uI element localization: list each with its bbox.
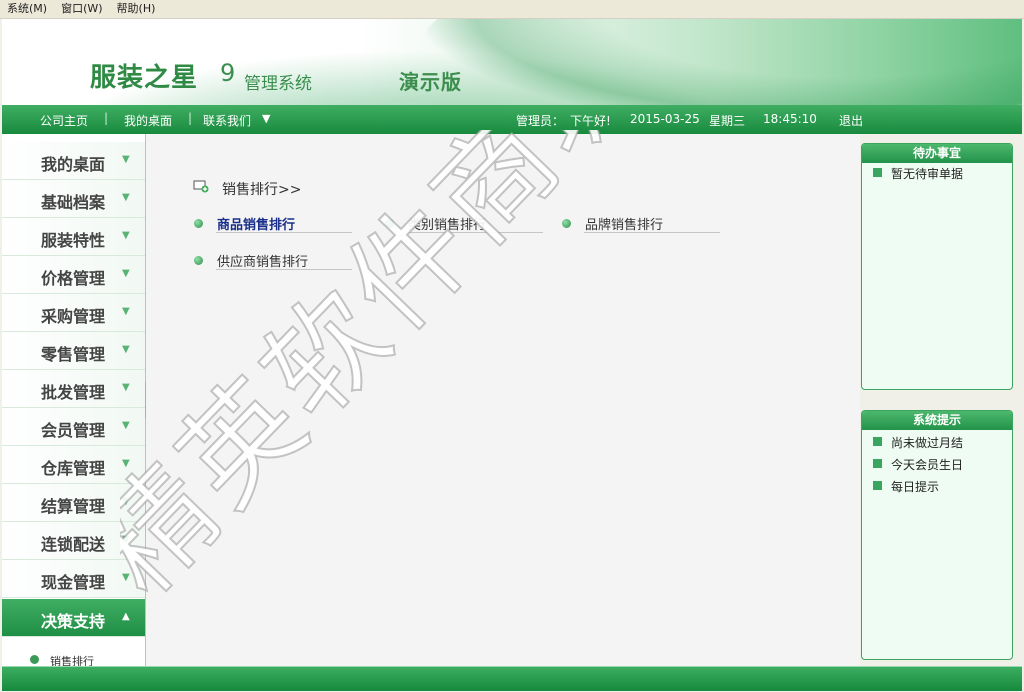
sidebar-item-label: 服装特性 (41, 231, 106, 250)
top-nav-bar: 公司主页 | 我的桌面 | 联系我们 ▼ 管理员： 下午好! 2015-03-2… (2, 105, 1022, 134)
chevron-down-icon: ▼ (122, 572, 130, 583)
greeting-text: 下午好! (570, 114, 611, 128)
sidebar-item-my-desktop[interactable]: 我的桌面 ▼ (2, 142, 145, 180)
sidebar-item-label: 我的桌面 (41, 155, 106, 174)
chevron-down-icon: ▼ (122, 420, 130, 431)
chevron-down-icon: ▼ (122, 382, 130, 393)
chevron-down-icon: ▼ (122, 192, 130, 203)
sidebar-item-settlement-management[interactable]: 结算管理 ▼ (2, 484, 145, 522)
section-title: 销售排行>> (222, 182, 302, 198)
app-title: 服装之星 (90, 63, 199, 93)
tip-item[interactable]: 今天会员生日 (862, 452, 1012, 474)
chevron-down-icon: ▼ (122, 344, 130, 355)
sidebar-item-cash-management[interactable]: 现金管理 ▼ (2, 560, 145, 598)
bullet-square-icon (873, 168, 882, 177)
bullet-square-icon (873, 459, 882, 468)
menu-system[interactable]: 系统(M) (0, 0, 54, 18)
sidebar-item-label: 决策支持 (41, 612, 106, 631)
rank-label: 商品销售排行 (217, 218, 296, 233)
rank-label: 品牌销售排行 (585, 218, 664, 233)
todo-panel-title: 待办事宜 (862, 144, 1012, 163)
bullet-icon (194, 256, 203, 265)
sidebar-item-label: 仓库管理 (41, 459, 106, 478)
sidebar-item-purchase-management[interactable]: 采购管理 ▼ (2, 294, 145, 332)
tips-panel-title: 系统提示 (862, 411, 1012, 430)
nav-company-home[interactable]: 公司主页 (40, 112, 88, 129)
app-subtitle: 管理系统 (244, 74, 312, 94)
sidebar-item-label: 价格管理 (41, 269, 106, 288)
menu-help[interactable]: 帮助(H) (110, 0, 163, 18)
sidebar-item-label: 连锁配送 (41, 535, 106, 554)
bullet-square-icon (873, 437, 882, 446)
tip-item[interactable]: 每日提示 (862, 474, 1012, 496)
tip-item-label: 尚未做过月结 (891, 436, 964, 450)
tip-item[interactable]: 尚未做过月结 (862, 430, 1012, 452)
rank-label: 类别销售排行 (408, 218, 487, 233)
chevron-up-icon: ▲ (122, 611, 130, 622)
sidebar-item-retail-management[interactable]: 零售管理 ▼ (2, 332, 145, 370)
sidebar-item-label: 现金管理 (41, 573, 106, 592)
sidebar-item-label: 结算管理 (41, 497, 106, 516)
nav-separator: | (188, 111, 193, 125)
nav-contact-us[interactable]: 联系我们 (203, 112, 251, 129)
sidebar-item-chain-distribution[interactable]: 连锁配送 ▼ (2, 522, 145, 560)
chevron-down-icon: ▼ (122, 458, 130, 469)
bullet-square-icon (873, 481, 882, 490)
sidebar-item-member-management[interactable]: 会员管理 ▼ (2, 408, 145, 446)
chevron-down-icon: ▼ (122, 268, 130, 279)
divider (407, 232, 543, 233)
tip-item-label: 每日提示 (891, 480, 940, 494)
sidebar-item-label: 基础档案 (41, 193, 106, 212)
admin-label: 管理员： (516, 114, 565, 128)
chevron-down-icon: ▼ (122, 534, 130, 545)
current-time: 18:45:10 (763, 112, 817, 126)
sidebar-item-label: 会员管理 (41, 421, 106, 440)
menu-bar: 系统(M) 窗口(W) 帮助(H) (0, 0, 1024, 19)
rank-label: 供应商销售排行 (217, 255, 309, 270)
menu-window[interactable]: 窗口(W) (54, 0, 109, 18)
bullet-icon (194, 219, 203, 228)
banner-decoration-swoosh (422, 19, 1022, 105)
chevron-down-icon[interactable]: ▼ (262, 112, 270, 125)
chevron-down-icon: ▼ (122, 230, 130, 241)
divider (216, 232, 352, 233)
sidebar-item-label: 零售管理 (41, 345, 106, 364)
main-content: 销售排行>> 商品销售排行 类别销售排行 品牌销售排行 供应商销售排行 (146, 134, 860, 666)
sidebar-item-basic-files[interactable]: 基础档案 ▼ (2, 180, 145, 218)
current-date: 2015-03-25 (630, 112, 700, 126)
sidebar-item-price-management[interactable]: 价格管理 ▼ (2, 256, 145, 294)
app-version: 9 (220, 59, 236, 87)
sidebar-item-label: 批发管理 (41, 383, 106, 402)
sidebar-item-decision-support[interactable]: 决策支持 ▲ (2, 599, 145, 637)
sidebar-item-wholesale-management[interactable]: 批发管理 ▼ (2, 370, 145, 408)
current-weekday: 星期三 (709, 114, 746, 128)
chevron-down-icon: ▼ (122, 496, 130, 507)
todo-item-label: 暂无待审单据 (891, 167, 964, 181)
system-tips-panel: 系统提示 尚未做过月结 今天会员生日 每日提示 (861, 410, 1013, 660)
nav-my-desktop[interactable]: 我的桌面 (124, 112, 172, 129)
edition-label: 演示版 (399, 70, 462, 94)
bullet-icon (385, 219, 394, 228)
bullet-icon (562, 219, 571, 228)
chevron-down-icon: ▼ (122, 154, 130, 165)
todo-panel: 待办事宜 暂无待审单据 (861, 143, 1013, 390)
folder-add-icon (193, 180, 209, 193)
divider (216, 269, 352, 270)
divider (584, 232, 720, 233)
todo-item[interactable]: 暂无待审单据 (862, 163, 1012, 185)
nav-separator: | (104, 111, 109, 125)
sidebar-item-warehouse-management[interactable]: 仓库管理 ▼ (2, 446, 145, 484)
chevron-down-icon: ▼ (122, 306, 130, 317)
header-banner: 服装之星 9 管理系统 演示版 (2, 19, 1022, 105)
sidebar: 我的桌面 ▼ 基础档案 ▼ 服装特性 ▼ 价格管理 ▼ 采购管理 ▼ 零售管理 … (2, 134, 146, 668)
sidebar-item-clothing-attributes[interactable]: 服装特性 ▼ (2, 218, 145, 256)
tip-item-label: 今天会员生日 (891, 458, 964, 472)
bottom-status-bar (2, 666, 1022, 691)
sidebar-item-label: 采购管理 (41, 307, 106, 326)
bullet-icon (30, 655, 39, 664)
logout-link[interactable]: 退出 (839, 112, 863, 129)
